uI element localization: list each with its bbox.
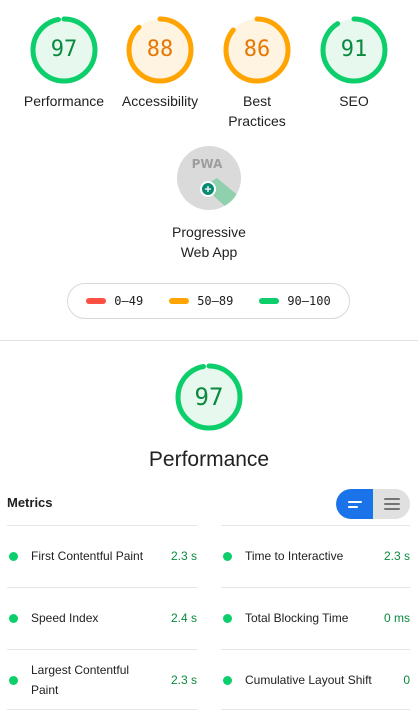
category-gauge-performance[interactable]: 97 Performance (14, 15, 114, 111)
pwa-badge-icon: PWA (177, 146, 241, 210)
gauge-score: 91 (340, 37, 368, 62)
category-gauge-best-practices[interactable]: 86 Best Practices (207, 15, 307, 131)
metric-value: 2.3 s (383, 549, 410, 563)
expanded-view-icon[interactable] (373, 489, 410, 519)
performance-gauge: 97 (174, 362, 244, 432)
pass-dot-icon (9, 613, 18, 623)
metric-time-to-interactive: Time to Interactive 2.3 s (221, 525, 410, 586)
metrics-bottom-rule (7, 709, 197, 710)
metric-value: 0 ms (383, 611, 410, 625)
metric-value: 0 (403, 673, 410, 687)
metric-name: First Contentful Paint (31, 549, 144, 563)
legend-range: 50–89 (197, 294, 234, 308)
performance-score: 97 (194, 383, 224, 411)
gauge-score: 86 (243, 37, 271, 62)
metrics-bottom-rule (221, 709, 410, 710)
gauge-ring: 88 (125, 15, 195, 85)
gauge-label: Performance (23, 93, 105, 109)
category-gauge-accessibility[interactable]: 88 Accessibility (110, 15, 210, 111)
gauge-label: Accessibility (121, 93, 199, 109)
pass-dot-icon (9, 675, 18, 685)
metric-name: Time to Interactive (245, 549, 344, 563)
pwa-badge-text: PWA (192, 157, 223, 171)
gauge-ring: 97 (29, 15, 99, 85)
category-gauge-seo[interactable]: 91 SEO (304, 15, 404, 111)
pass-dot-icon (9, 551, 18, 561)
metric-name: Total Blocking Time (245, 611, 349, 625)
metric-total-blocking-time: Total Blocking Time 0 ms (221, 587, 410, 648)
metrics-view-toggle[interactable] (336, 489, 410, 519)
gauge-ring: 91 (319, 15, 389, 85)
metrics-header: Metrics (7, 495, 53, 510)
metric-name: Largest Contentful Paint (31, 663, 130, 697)
gauge-label: SEO (339, 93, 369, 109)
pass-dot-icon (223, 551, 232, 561)
gauge-ring: 86 (222, 15, 292, 85)
score-legend: 0–49 50–89 90–100 (67, 283, 350, 319)
section-divider (0, 340, 418, 341)
pass-dot-icon (223, 613, 232, 623)
metric-first-contentful-paint: First Contentful Paint 2.3 s (7, 525, 197, 586)
performance-title: Performance (148, 448, 270, 471)
metric-largest-contentful-paint: Largest Contentful Paint 2.3 s (7, 649, 197, 710)
metric-name: Cumulative Layout Shift (245, 673, 372, 687)
gauge-score: 88 (146, 37, 174, 62)
metric-cumulative-layout-shift: Cumulative Layout Shift 0 (221, 649, 410, 710)
metric-value: 2.4 s (170, 611, 197, 625)
pass-dot-icon (223, 675, 232, 685)
compact-view-icon[interactable] (336, 489, 373, 519)
legend-range: 0–49 (114, 294, 144, 308)
metric-value: 2.3 s (170, 673, 197, 687)
legend-item-fail: 0–49 (86, 294, 143, 308)
fail-swatch-icon (86, 298, 107, 304)
legend-range: 90–100 (287, 294, 331, 308)
metric-value: 2.3 s (170, 549, 197, 563)
metric-name: Speed Index (31, 611, 99, 625)
legend-item-pass: 90–100 (259, 294, 331, 308)
legend-item-average: 50–89 (169, 294, 233, 308)
metric-speed-index: Speed Index 2.4 s (7, 587, 197, 648)
pwa-label: Progressive Web App (172, 224, 246, 260)
gauge-label: Best Practices (228, 93, 286, 129)
pass-swatch-icon (259, 298, 280, 304)
category-gauge-pwa[interactable]: PWA Progressive Web App (159, 146, 259, 262)
average-swatch-icon (169, 298, 190, 304)
gauge-score: 97 (50, 37, 78, 62)
